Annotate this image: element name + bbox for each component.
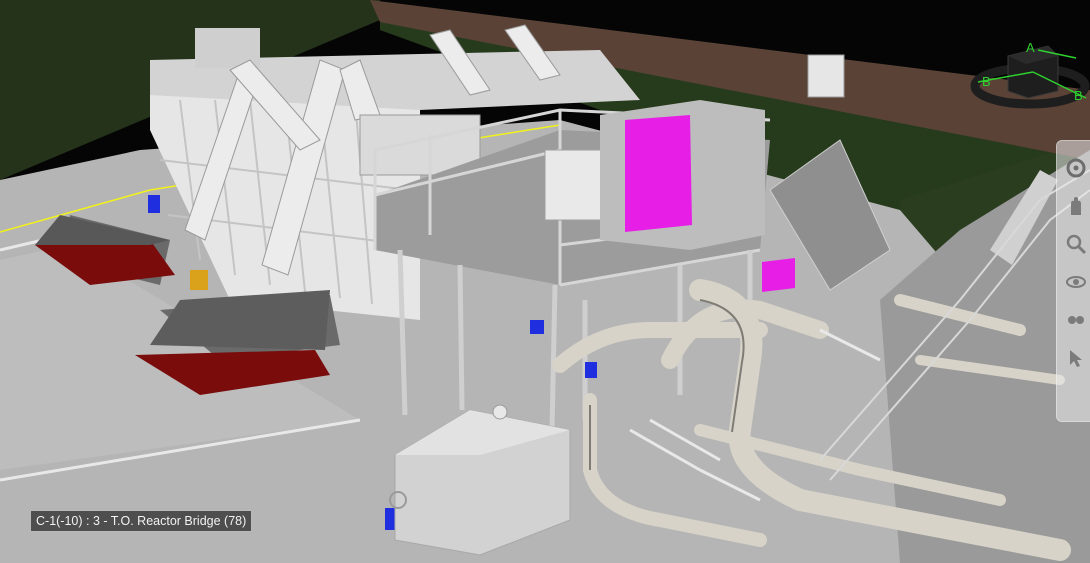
select-cursor-icon[interactable]	[1065, 347, 1087, 369]
viewcube-label-b-right: B	[1074, 88, 1083, 103]
orbit-icon[interactable]	[1065, 271, 1087, 293]
3d-model-scene[interactable]	[0, 0, 1090, 563]
look-icon[interactable]	[1065, 309, 1087, 331]
control-cabinet	[544, 149, 606, 221]
drive-motor	[190, 270, 208, 290]
highlighted-panel[interactable]	[625, 115, 692, 232]
zoom-icon[interactable]	[1065, 233, 1087, 255]
pan-icon[interactable]	[1065, 195, 1087, 217]
box-fitting	[492, 404, 508, 420]
navigation-bar	[1056, 140, 1090, 422]
steering-wheel-icon[interactable]	[1065, 157, 1087, 179]
3d-viewport[interactable]: A B B C-1(-10) : 3 - T.O. Reactor Bridge…	[0, 0, 1090, 563]
viewcube-label-a: A	[1026, 40, 1035, 55]
viewcube[interactable]: A B B	[968, 36, 1090, 126]
electrical-box	[807, 54, 845, 98]
viewcube-label-b-left: B	[982, 74, 991, 89]
blue-valve-1[interactable]	[148, 195, 160, 213]
highlighted-panel-small[interactable]	[762, 258, 795, 292]
blue-valve-3[interactable]	[585, 362, 597, 378]
selection-status-label: C-1(-10) : 3 - T.O. Reactor Bridge (78)	[30, 510, 253, 532]
blue-valve-2[interactable]	[530, 320, 544, 334]
